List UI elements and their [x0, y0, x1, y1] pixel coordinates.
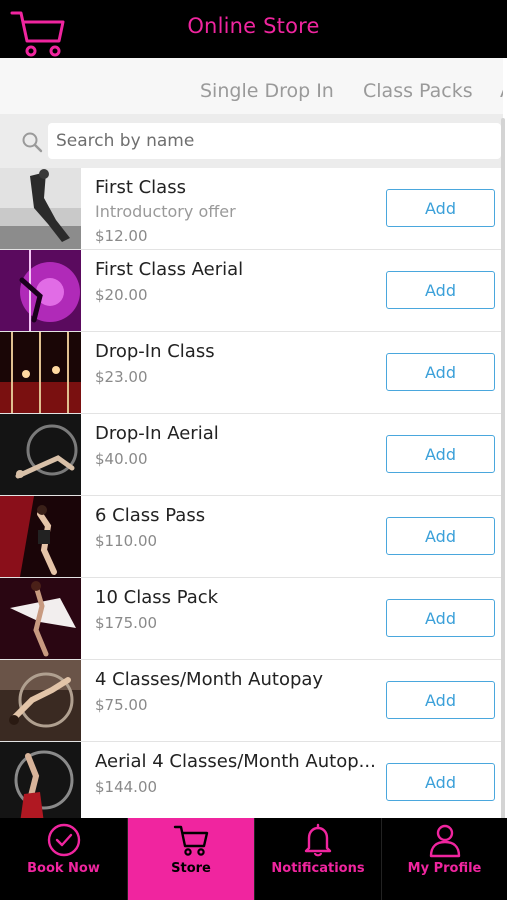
search-bar	[0, 114, 503, 168]
list-item[interactable]: First Class Aerial $20.00 Add	[0, 250, 503, 332]
list-item[interactable]: First Class Introductory offer $12.00 Ad…	[0, 168, 503, 250]
tab-single-drop-in[interactable]: Single Drop In	[200, 80, 334, 102]
product-name: Drop-In Aerial	[95, 423, 219, 444]
bell-icon	[304, 823, 332, 857]
product-image	[0, 660, 81, 741]
product-name: 6 Class Pass	[95, 505, 206, 526]
product-image	[0, 414, 81, 495]
category-tabs: Single Drop In Class Packs A	[0, 58, 503, 114]
nav-store[interactable]: Store	[127, 818, 254, 900]
add-button[interactable]: Add	[386, 189, 495, 227]
product-image	[0, 742, 81, 818]
page-title: Online Store	[187, 14, 320, 38]
product-price: $75.00	[95, 696, 148, 714]
nav-my-profile[interactable]: My Profile	[381, 818, 507, 900]
product-name: First Class	[95, 177, 186, 198]
nav-label: Book Now	[27, 861, 100, 876]
list-item[interactable]: Drop-In Class $23.00 Add	[0, 332, 503, 414]
product-name: Drop-In Class	[95, 341, 215, 362]
product-image	[0, 168, 81, 249]
store-content: Single Drop In Class Packs A First Class…	[0, 58, 507, 818]
product-list: First Class Introductory offer $12.00 Ad…	[0, 168, 503, 818]
add-button[interactable]: Add	[386, 681, 495, 719]
product-price: $12.00	[95, 227, 148, 245]
product-name: First Class Aerial	[95, 259, 244, 280]
product-price: $144.00	[95, 778, 158, 796]
add-button[interactable]: Add	[386, 271, 495, 309]
add-button[interactable]: Add	[386, 517, 495, 555]
add-button[interactable]: Add	[386, 353, 495, 391]
nav-label: My Profile	[407, 861, 482, 876]
cart-icon	[173, 825, 209, 856]
add-button[interactable]: Add	[386, 599, 495, 637]
nav-label: Notifications	[271, 861, 365, 876]
list-item[interactable]: Drop-In Aerial $40.00 Add	[0, 414, 503, 496]
list-item[interactable]: 4 Classes/Month Autopay $75.00 Add	[0, 660, 503, 742]
nav-notifications[interactable]: Notifications	[254, 818, 381, 900]
product-name: 10 Class Pack	[95, 587, 219, 608]
list-item[interactable]: 6 Class Pass $110.00 Add	[0, 496, 503, 578]
add-button[interactable]: Add	[386, 435, 495, 473]
nav-label: Store	[171, 861, 211, 876]
product-price: $110.00	[95, 532, 158, 550]
product-image	[0, 250, 81, 331]
search-icon	[22, 132, 43, 153]
nav-book-now[interactable]: Book Now	[0, 818, 127, 900]
product-image	[0, 496, 81, 577]
search-input[interactable]	[48, 123, 501, 159]
list-item[interactable]: Aerial 4 Classes/Month Autop... $144.00 …	[0, 742, 503, 818]
product-name: Aerial 4 Classes/Month Autop...	[95, 751, 376, 772]
app-header: Online Store	[0, 0, 507, 58]
tab-class-packs[interactable]: Class Packs	[363, 80, 473, 102]
product-price: $175.00	[95, 614, 158, 632]
check-circle-icon	[47, 823, 80, 857]
tab-partial[interactable]: A	[500, 80, 503, 102]
scrollbar[interactable]	[501, 118, 505, 818]
bottom-nav: Book Now Store Notifications My Profile	[0, 818, 507, 900]
list-item[interactable]: 10 Class Pack $175.00 Add	[0, 578, 503, 660]
product-image	[0, 578, 81, 659]
user-icon	[429, 824, 460, 858]
product-name: 4 Classes/Month Autopay	[95, 669, 324, 690]
product-price: $23.00	[95, 368, 148, 386]
product-subtitle: Introductory offer	[95, 202, 236, 221]
add-button[interactable]: Add	[386, 763, 495, 801]
product-image	[0, 332, 81, 413]
product-price: $20.00	[95, 286, 148, 304]
product-price: $40.00	[95, 450, 148, 468]
